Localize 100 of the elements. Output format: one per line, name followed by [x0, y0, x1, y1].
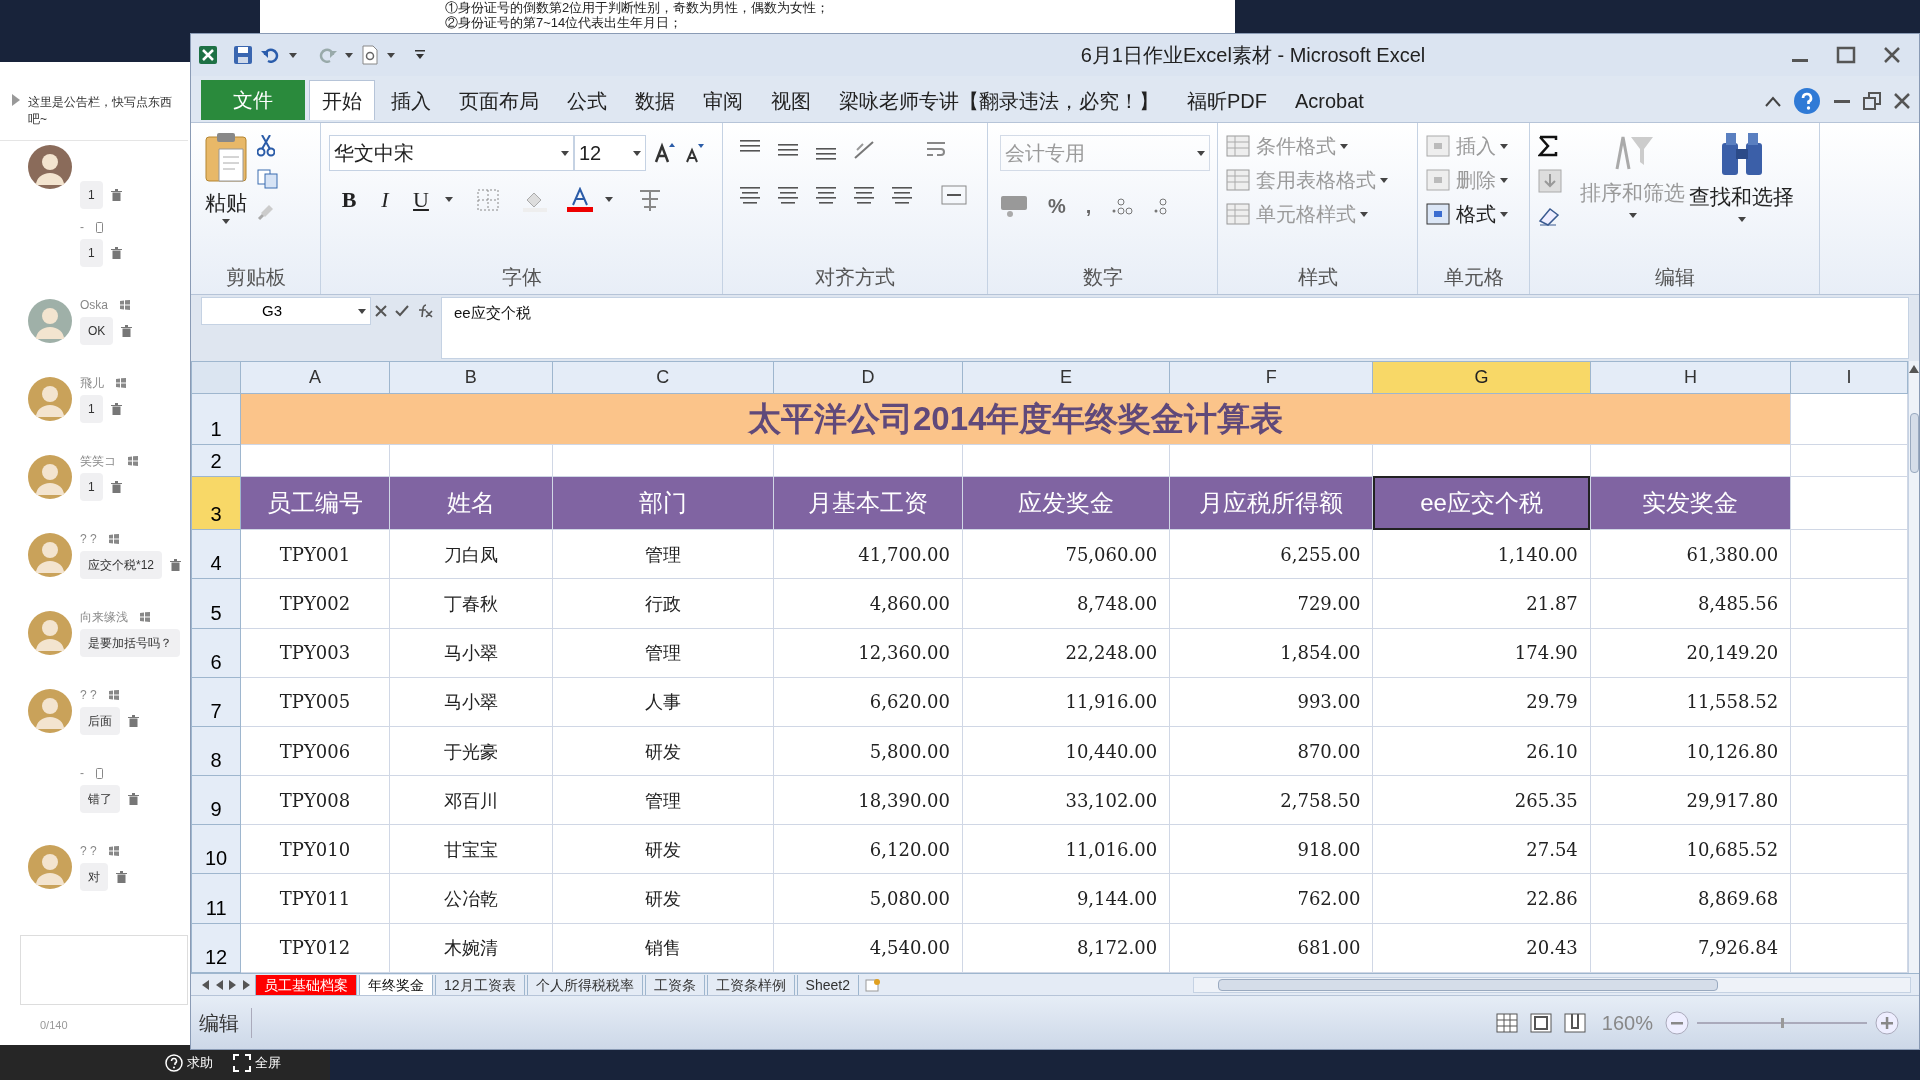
row-header[interactable]: 5 — [191, 578, 241, 629]
ribbon-tab[interactable]: 梁咏老师专讲【翻录违法，必究！】 — [827, 82, 1171, 120]
row-header[interactable]: 8 — [191, 726, 241, 776]
shrink-font-icon[interactable] — [684, 143, 704, 163]
font-name-field[interactable]: 华文中宋 — [329, 135, 574, 171]
center-icon[interactable] — [777, 185, 799, 205]
ribbon-tab[interactable]: 公式 — [555, 82, 619, 120]
column-header[interactable]: A — [240, 361, 390, 394]
row-header[interactable]: 6 — [191, 628, 241, 678]
trash-icon[interactable] — [110, 247, 122, 259]
save-icon[interactable] — [233, 45, 253, 65]
paste-button[interactable]: 粘贴 — [203, 131, 249, 260]
excel-icon[interactable] — [199, 46, 217, 64]
copy-icon[interactable] — [257, 169, 279, 189]
underline-button[interactable]: U — [409, 183, 433, 216]
decrease-indent-icon[interactable] — [853, 185, 875, 205]
column-header[interactable]: D — [773, 361, 963, 394]
customize-toolbar-icon[interactable] — [415, 50, 425, 60]
column-header[interactable]: B — [389, 361, 553, 394]
font-size-field[interactable]: 12 — [574, 135, 646, 171]
collapse-ribbon-icon[interactable] — [1765, 95, 1781, 107]
expand-icon[interactable] — [12, 94, 20, 106]
row-header[interactable]: 4 — [191, 529, 241, 579]
insert-function-icon[interactable] — [417, 304, 433, 318]
help-icon[interactable] — [165, 1053, 183, 1072]
cut-icon[interactable] — [257, 135, 275, 157]
eraser-icon[interactable] — [1538, 205, 1562, 227]
formula-input[interactable]: ee应交个税 — [441, 297, 1909, 359]
caret-icon[interactable] — [345, 52, 353, 58]
page-break-icon[interactable] — [1563, 1012, 1586, 1033]
row-header[interactable]: 9 — [191, 775, 241, 825]
align-left-icon[interactable] — [739, 185, 761, 205]
caret-icon[interactable] — [387, 52, 395, 58]
sheet-tab[interactable]: 个人所得税税率 — [526, 974, 643, 995]
bold-button[interactable]: B — [337, 183, 361, 216]
ribbon-tab[interactable]: 审阅 — [691, 82, 755, 120]
caret-icon[interactable] — [605, 197, 613, 202]
trash-icon[interactable] — [128, 793, 139, 805]
zoom-in-icon[interactable] — [1875, 1010, 1899, 1035]
caret-icon[interactable] — [358, 308, 366, 314]
fullscreen-icon[interactable] — [233, 1053, 251, 1072]
trash-icon[interactable] — [116, 871, 127, 883]
message-input[interactable] — [20, 934, 188, 1005]
sheet-tab[interactable]: 工资条 — [644, 974, 705, 995]
row-header[interactable]: 3 — [191, 476, 241, 530]
trash-icon[interactable] — [110, 481, 122, 493]
grow-font-icon[interactable] — [654, 142, 676, 164]
row-header[interactable]: 10 — [191, 824, 241, 874]
file-tab[interactable]: 文件 — [201, 80, 305, 120]
format-button[interactable]: 格式 — [1426, 199, 1521, 229]
row-header[interactable]: 12 — [191, 923, 241, 973]
increase-indent-icon[interactable] — [891, 185, 913, 205]
sheet-tab[interactable]: Sheet2 — [796, 974, 859, 995]
row-header[interactable]: 1 — [191, 393, 241, 445]
row-header[interactable]: 2 — [191, 444, 241, 477]
column-header[interactable]: G — [1372, 361, 1591, 394]
column-header[interactable]: E — [962, 361, 1170, 394]
cancel-icon[interactable] — [375, 305, 387, 317]
sheet-tab[interactable]: 12月工资表 — [435, 974, 525, 995]
align-right-icon[interactable] — [815, 185, 837, 205]
caret-icon[interactable] — [561, 150, 569, 156]
caret-icon[interactable] — [1197, 150, 1205, 156]
italic-button[interactable]: I — [373, 183, 397, 216]
ribbon-tab[interactable]: 页面布局 — [447, 82, 551, 120]
row-header[interactable]: 11 — [191, 873, 241, 924]
ribbon-tab[interactable]: 福昕PDF — [1175, 82, 1279, 120]
close-icon[interactable] — [1893, 92, 1911, 110]
zoom-slider-thumb[interactable] — [1780, 1017, 1784, 1028]
restore-icon[interactable] — [1863, 92, 1881, 110]
normal-view-icon[interactable] — [1495, 1012, 1518, 1033]
column-header[interactable]: C — [552, 361, 774, 394]
fullscreen-link[interactable]: 全屏 — [255, 1052, 281, 1073]
column-header[interactable]: I — [1790, 361, 1908, 394]
ribbon-tab[interactable]: 插入 — [379, 82, 443, 120]
caret-icon[interactable] — [1500, 211, 1508, 217]
trash-icon[interactable] — [170, 559, 182, 571]
find-select-button[interactable]: 查找和选择 — [1689, 131, 1794, 260]
increase-decimal-icon[interactable] — [1111, 196, 1134, 216]
zoom-out-icon[interactable] — [1665, 1010, 1689, 1035]
caret-icon[interactable] — [1737, 216, 1746, 222]
caret-icon[interactable] — [633, 150, 641, 156]
ribbon-tab[interactable]: 视图 — [759, 82, 823, 120]
scroll-thumb[interactable] — [1217, 978, 1718, 991]
sheet-tab[interactable]: 年终奖金 — [359, 974, 433, 995]
caret-icon[interactable] — [289, 52, 297, 58]
scroll-up-icon[interactable] — [1909, 365, 1919, 373]
ribbon-tab[interactable]: 开始 — [309, 80, 375, 120]
undo-icon[interactable] — [261, 47, 281, 63]
enter-icon[interactable] — [395, 305, 409, 317]
column-header[interactable]: H — [1590, 361, 1791, 394]
trash-icon[interactable] — [110, 403, 122, 415]
trash-icon[interactable] — [128, 715, 139, 727]
caret-icon[interactable] — [445, 197, 453, 202]
trash-icon[interactable] — [110, 189, 122, 201]
accounting-format-icon[interactable] — [1000, 194, 1028, 218]
ribbon-tab[interactable]: 数据 — [623, 82, 687, 120]
page-layout-icon[interactable] — [1529, 1012, 1552, 1033]
column-header[interactable]: F — [1169, 361, 1373, 394]
sheet-tab[interactable]: 员工基础档案 — [255, 974, 357, 995]
help-link[interactable]: 求助 — [187, 1052, 213, 1073]
